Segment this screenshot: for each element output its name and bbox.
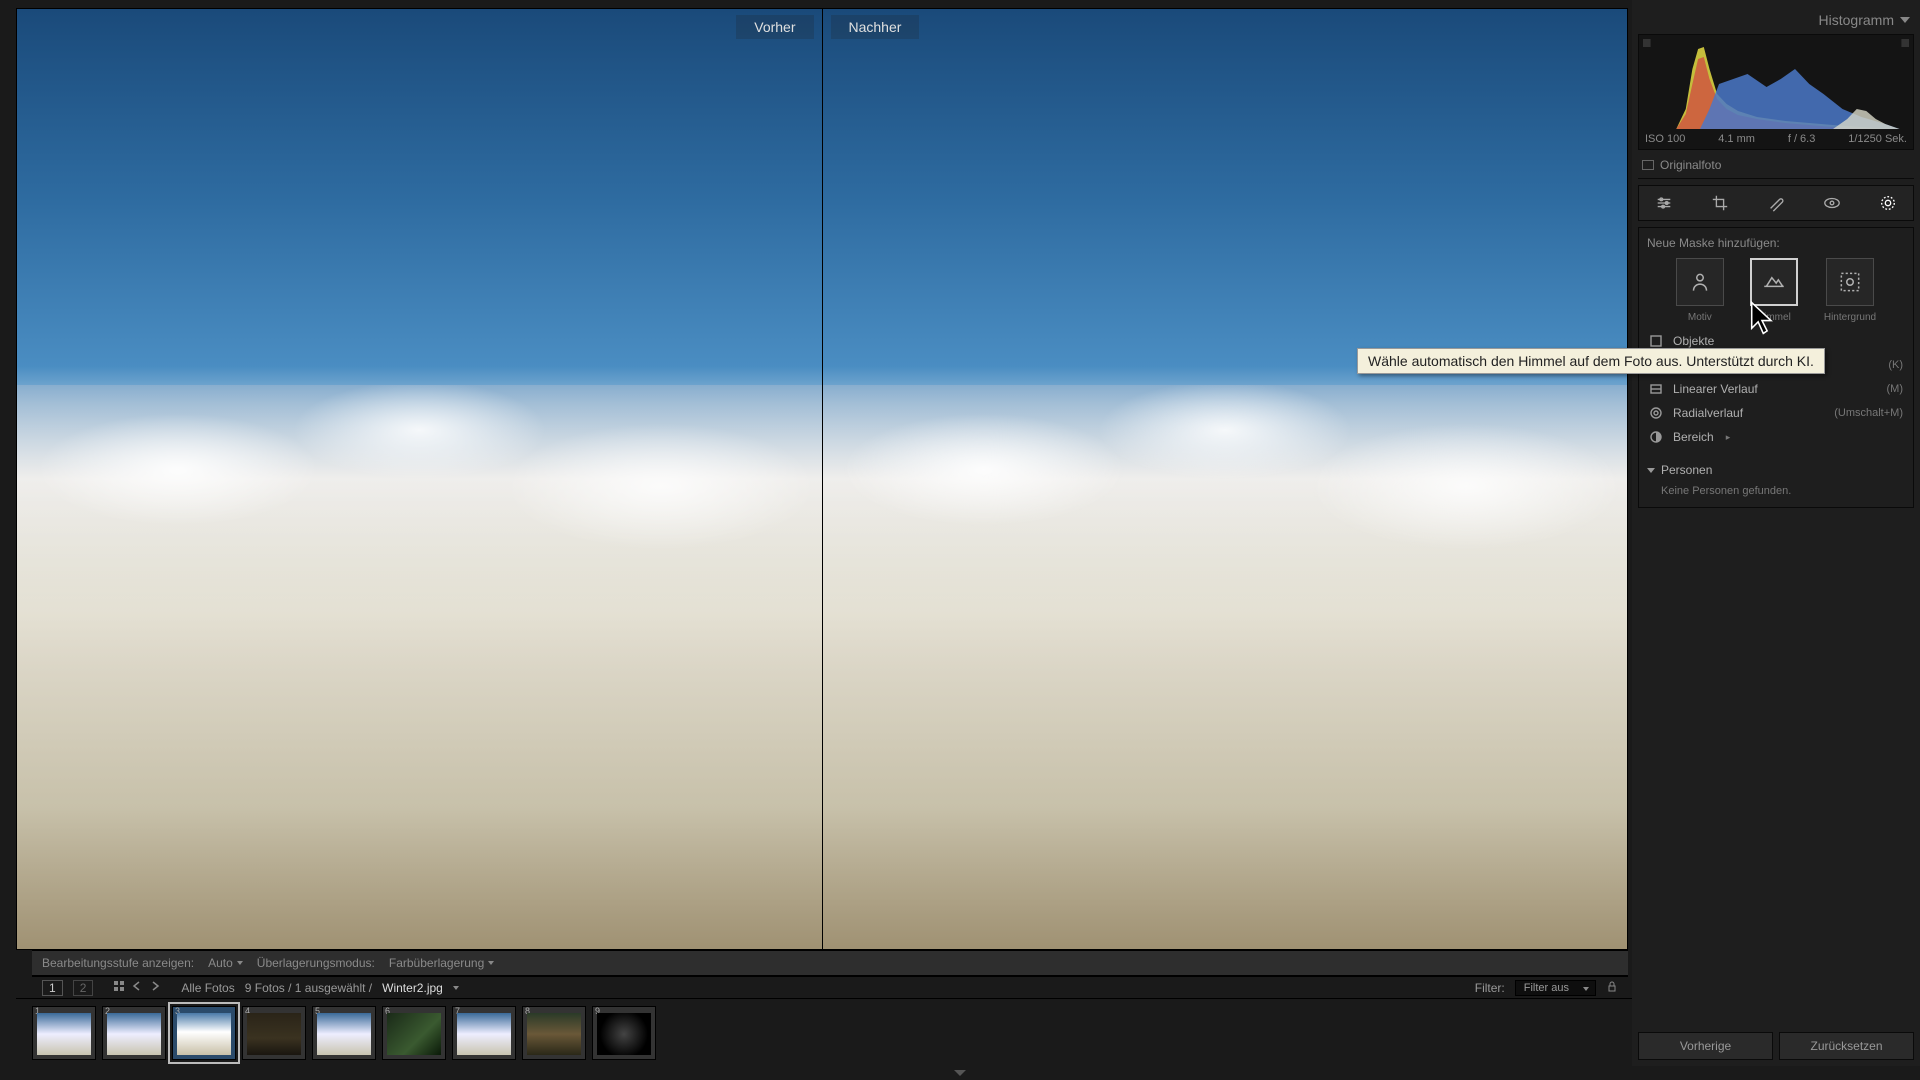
- breadcrumb-bar: 1 2 Alle Fotos 9 Fotos / 1 ausgewählt / …: [32, 976, 1628, 998]
- chevron-down-icon: [237, 961, 243, 965]
- thumbnail-6[interactable]: 6: [382, 1006, 446, 1060]
- prev-photo-icon[interactable]: [131, 980, 143, 995]
- people-section-header[interactable]: Personen: [1647, 459, 1905, 481]
- mask-range-row[interactable]: Bereich▸: [1647, 425, 1905, 449]
- filter-label: Filter:: [1475, 981, 1505, 995]
- chevron-down-icon: [1647, 468, 1655, 473]
- mask-select-background-button[interactable]: Hintergrund: [1824, 258, 1876, 323]
- overlay-mode-label: Überlagerungsmodus:: [257, 956, 375, 970]
- overlay-mode-dropdown[interactable]: Farbüberlagerung: [389, 956, 494, 970]
- next-photo-icon[interactable]: [149, 980, 161, 995]
- original-photo-toggle[interactable]: Originalfoto: [1638, 152, 1914, 179]
- exif-iso: ISO 100: [1645, 133, 1685, 145]
- reset-button[interactable]: Zurücksetzen: [1779, 1032, 1914, 1060]
- mask-panel-title: Neue Maske hinzufügen:: [1647, 236, 1905, 250]
- thumbnail-8[interactable]: 8: [522, 1006, 586, 1060]
- current-filename[interactable]: Winter2.jpg: [382, 981, 443, 995]
- linear-gradient-icon: [1649, 382, 1663, 396]
- tool-strip: [1638, 185, 1914, 221]
- checkbox-icon: [1642, 160, 1654, 170]
- healing-brush-icon[interactable]: [1765, 194, 1787, 212]
- right-panel: Histogramm ISO 100 4.1 mm f / 6.3 1/1250…: [1632, 0, 1920, 1066]
- histogram-graph-icon: [1643, 39, 1909, 129]
- page-1-button[interactable]: 1: [42, 980, 63, 996]
- objects-icon: [1649, 334, 1663, 348]
- filter-lock-icon[interactable]: [1606, 980, 1618, 995]
- thumbnail-2[interactable]: 2: [102, 1006, 166, 1060]
- before-image-pane: Vorher: [17, 9, 823, 949]
- edit-steps-label: Bearbeitungsstufe anzeigen:: [42, 956, 194, 970]
- exif-shutter: 1/1250 Sek.: [1848, 133, 1907, 145]
- mask-select-subject-button[interactable]: Motiv: [1676, 258, 1724, 323]
- exif-aperture: f / 6.3: [1788, 133, 1816, 145]
- mask-select-sky-button[interactable]: Himmel: [1750, 258, 1798, 323]
- masking-icon[interactable]: [1877, 194, 1899, 212]
- histogram[interactable]: ISO 100 4.1 mm f / 6.3 1/1250 Sek.: [1638, 34, 1914, 150]
- mask-linear-gradient-row[interactable]: Linearer Verlauf (M): [1647, 377, 1905, 401]
- edit-sliders-icon[interactable]: [1653, 194, 1675, 212]
- image-compare-viewer[interactable]: Vorher Nachher: [16, 8, 1628, 950]
- filter-dropdown[interactable]: Filter aus: [1515, 980, 1596, 996]
- thumbnail-7[interactable]: 7: [452, 1006, 516, 1060]
- exif-focal: 4.1 mm: [1718, 133, 1755, 145]
- radial-gradient-icon: [1649, 406, 1663, 420]
- filmstrip-handle[interactable]: [0, 1066, 1920, 1080]
- histogram-header[interactable]: Histogramm: [1638, 6, 1914, 34]
- lower-toolbar: Bearbeitungsstufe anzeigen: Auto Überlag…: [32, 950, 1628, 976]
- edit-steps-dropdown[interactable]: Auto: [208, 956, 243, 970]
- histogram-title: Histogramm: [1819, 12, 1894, 28]
- all-photos-crumb[interactable]: Alle Fotos: [181, 981, 234, 995]
- sky-mask-tooltip: Wähle automatisch den Himmel auf dem Fot…: [1357, 348, 1825, 374]
- filmstrip[interactable]: 1 2 3 4 5 6 7 8 9: [16, 998, 1632, 1066]
- chevron-down-icon: [1900, 17, 1910, 23]
- thumbnail-9[interactable]: 9: [592, 1006, 656, 1060]
- range-icon: [1649, 430, 1663, 444]
- after-image-pane: Nachher: [823, 9, 1628, 949]
- grid-view-icon[interactable]: [113, 980, 125, 995]
- chevron-down-icon: [453, 986, 459, 990]
- thumbnail-1[interactable]: 1: [32, 1006, 96, 1060]
- people-empty-message: Keine Personen gefunden.: [1647, 481, 1905, 497]
- previous-button[interactable]: Vorherige: [1638, 1032, 1773, 1060]
- selection-count: 9 Fotos / 1 ausgewählt /: [245, 981, 372, 995]
- chevron-down-icon: [488, 961, 494, 965]
- crop-icon[interactable]: [1709, 194, 1731, 212]
- before-label: Vorher: [736, 15, 813, 39]
- after-label: Nachher: [831, 15, 920, 39]
- redeye-icon[interactable]: [1821, 194, 1843, 212]
- page-2-button[interactable]: 2: [73, 980, 94, 996]
- thumbnail-5[interactable]: 5: [312, 1006, 376, 1060]
- left-rail: [0, 0, 16, 1066]
- chevron-down-icon: [954, 1070, 966, 1076]
- thumbnail-4[interactable]: 4: [242, 1006, 306, 1060]
- mask-radial-gradient-row[interactable]: Radialverlauf (Umschalt+M): [1647, 401, 1905, 425]
- thumbnail-3[interactable]: 3: [172, 1006, 236, 1060]
